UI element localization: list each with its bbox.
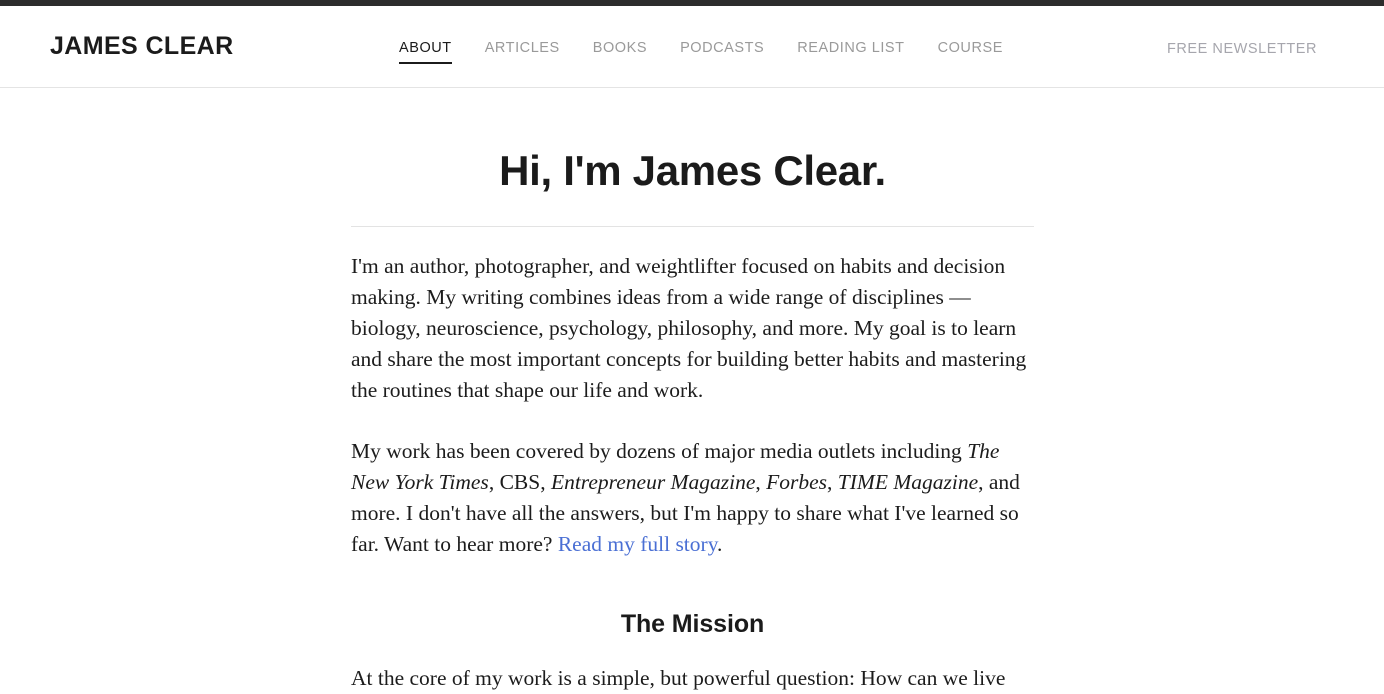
secondary-navigation: FREE NEWSLETTER	[1100, 40, 1384, 65]
paragraph-text-segment: My work has been covered by dozens of ma…	[351, 439, 968, 464]
intro-paragraph: I'm an author, photographer, and weightl…	[351, 254, 1027, 403]
nav-item-course[interactable]: COURSE	[938, 40, 1003, 64]
paragraph-text-segment: ,	[755, 470, 767, 495]
page-title: Hi, I'm James Clear.	[499, 147, 886, 194]
paragraph-text-segment: , CBS,	[488, 470, 551, 495]
paragraph-text-segment: ,	[827, 470, 838, 495]
read-my-full-story-link[interactable]: Read my full story	[558, 532, 717, 556]
site-logo[interactable]: JAMES CLEAR	[50, 32, 234, 61]
nav-item-about[interactable]: ABOUT	[399, 40, 452, 64]
media-coverage-paragraph: My work has been covered by dozens of ma…	[351, 406, 1034, 560]
section-heading-the-mission: The Mission	[620, 610, 765, 639]
nav-item-free-newsletter[interactable]: FREE NEWSLETTER	[1167, 41, 1317, 65]
site-header: JAMES CLEAR ABOUT ARTICLES BOOKS PODCAST…	[0, 6, 1384, 88]
media-name-forbes: Forbes	[766, 470, 828, 495]
media-name-time: TIME Magazine	[837, 470, 979, 495]
main-navigation: ABOUT ARTICLES BOOKS PODCASTS READING LI…	[399, 40, 1003, 64]
media-name-entrepreneur: Entrepreneur Magazine	[550, 470, 756, 495]
nav-item-podcasts[interactable]: PODCASTS	[680, 40, 764, 64]
main-content: Hi, I'm James Clear. I'm an author, phot…	[351, 88, 1034, 694]
nav-item-reading-list[interactable]: READING LIST	[797, 40, 904, 64]
paragraph-text-segment: .	[717, 532, 723, 557]
mission-paragraph: At the core of my work is a simple, but …	[351, 666, 1006, 691]
nav-item-books[interactable]: BOOKS	[593, 40, 647, 64]
page-root: JAMES CLEAR ABOUT ARTICLES BOOKS PODCAST…	[0, 0, 1384, 690]
nav-item-articles[interactable]: ARTICLES	[485, 40, 560, 64]
